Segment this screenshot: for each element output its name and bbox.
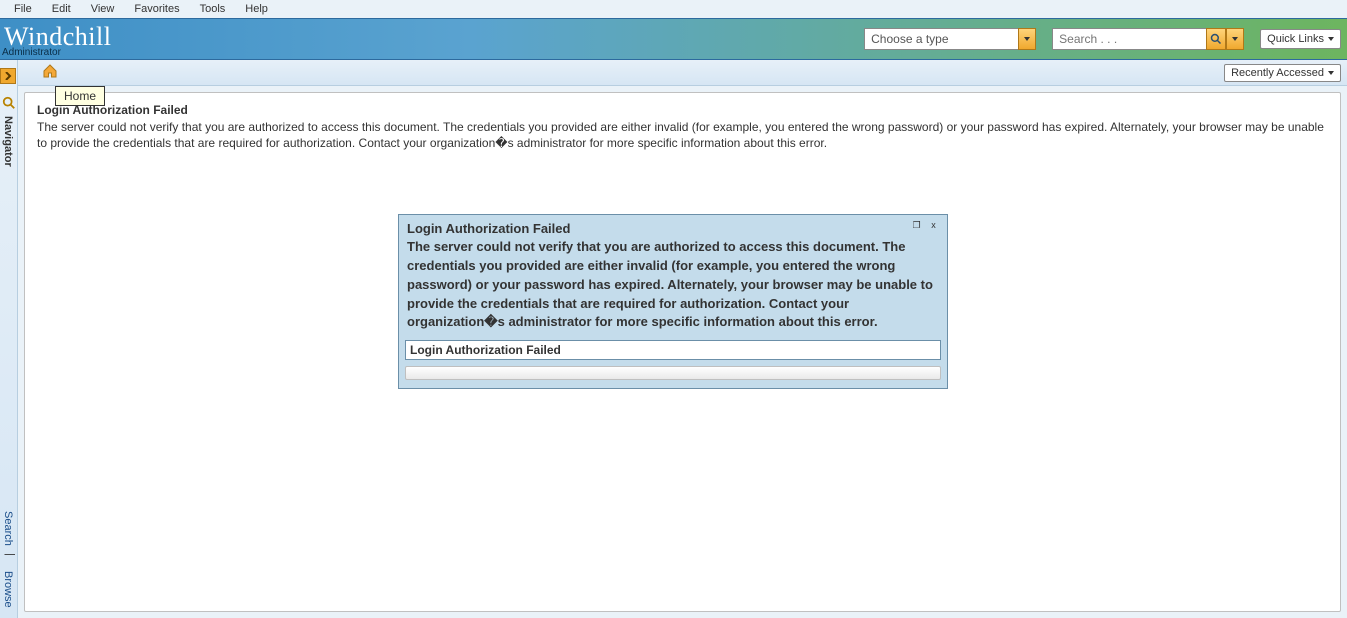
brand-role: Administrator (2, 47, 61, 58)
chevron-down-icon (1328, 71, 1334, 75)
chevron-down-icon (1024, 37, 1030, 41)
dialog-window-buttons: ❐ x (911, 221, 939, 230)
dialog-title: Login Authorization Failed (407, 221, 570, 236)
chevron-down-icon (1232, 37, 1238, 41)
search-set (1052, 28, 1244, 50)
search-icon (1210, 33, 1222, 45)
menu-help[interactable]: Help (235, 2, 278, 16)
dialog-minimize-button[interactable]: ❐ (911, 221, 922, 230)
error-title: Login Authorization Failed (37, 103, 1328, 117)
quick-links-label: Quick Links (1267, 33, 1324, 45)
sidebar-separator: | (4, 553, 16, 556)
chevron-down-icon (1328, 37, 1334, 41)
dialog-progress-bar (405, 366, 941, 380)
sidebar-browse-link[interactable]: Browse (2, 571, 14, 608)
home-icon (42, 63, 58, 79)
dialog-status-field: Login Authorization Failed (405, 340, 941, 360)
menu-edit[interactable]: Edit (42, 2, 81, 16)
type-chooser-dropdown[interactable] (1018, 28, 1036, 50)
error-body: The server could not verify that you are… (37, 119, 1328, 151)
breadcrumb-row: Recently Accessed Home (0, 60, 1347, 86)
sidebar-expand-button[interactable] (0, 68, 16, 84)
dialog-titlebar: Login Authorization Failed ❐ x (399, 215, 947, 236)
search-input[interactable] (1052, 28, 1206, 50)
menu-file[interactable]: File (4, 2, 42, 16)
menu-tools[interactable]: Tools (190, 2, 236, 16)
quick-links-button[interactable]: Quick Links (1260, 29, 1341, 49)
sidebar-search-icon-button[interactable] (2, 96, 16, 110)
search-icon (2, 96, 16, 110)
type-chooser[interactable]: Choose a type (864, 28, 1036, 50)
recently-accessed-label: Recently Accessed (1231, 67, 1324, 79)
sidebar-title: Navigator (2, 116, 14, 167)
toolbar-right: Choose a type Quick Links (864, 28, 1341, 50)
banner: Windchill Administrator Choose a type Qu… (0, 18, 1347, 60)
type-chooser-text[interactable]: Choose a type (864, 28, 1018, 50)
sidebar: Navigator Search | Browse (0, 60, 18, 618)
search-go-button[interactable] (1206, 28, 1226, 50)
recently-accessed-button[interactable]: Recently Accessed (1224, 64, 1341, 82)
dialog-body: The server could not verify that you are… (399, 236, 947, 340)
error-dialog: Login Authorization Failed ❐ x The serve… (398, 214, 948, 389)
sidebar-search-link[interactable]: Search (2, 511, 14, 546)
home-button[interactable] (42, 63, 58, 82)
search-dropdown[interactable] (1226, 28, 1244, 50)
menu-favorites[interactable]: Favorites (124, 2, 189, 16)
dialog-close-button[interactable]: x (928, 221, 939, 230)
menubar: File Edit View Favorites Tools Help (0, 0, 1347, 18)
chevron-right-icon (4, 72, 12, 80)
home-tooltip: Home (55, 86, 105, 106)
menu-view[interactable]: View (81, 2, 125, 16)
